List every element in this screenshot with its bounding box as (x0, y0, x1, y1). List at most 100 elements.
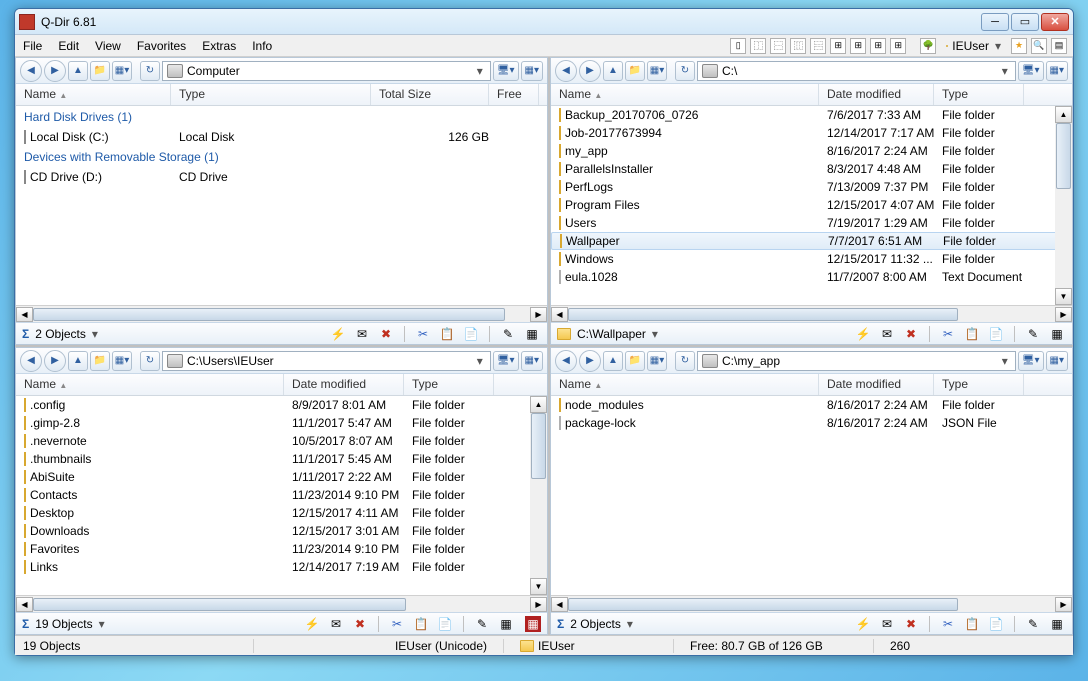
menu-extras[interactable]: Extras (194, 36, 244, 56)
list-item[interactable]: my_app8/16/2017 2:24 AMFile folder (551, 142, 1072, 160)
layout-4b-icon[interactable]: ⊞ (850, 38, 866, 54)
fwd-button[interactable]: ▶ (579, 350, 601, 372)
list-item[interactable]: Links12/14/2017 7:19 AMFile folder (16, 558, 547, 576)
horizontal-scrollbar[interactable]: ◀▶ (16, 305, 547, 322)
layout-2v-icon[interactable]: ⿱ (770, 38, 786, 54)
scroll-thumb[interactable] (33, 598, 406, 611)
copy-button[interactable]: ▦▾ (521, 351, 543, 371)
file-list[interactable]: Backup_20170706_07267/6/2017 7:33 AMFile… (551, 106, 1072, 305)
list-item[interactable]: Desktop12/15/2017 4:11 AMFile folder (16, 504, 547, 522)
scroll-left-icon[interactable]: ◀ (551, 597, 568, 612)
menu-info[interactable]: Info (244, 36, 280, 56)
vertical-scrollbar[interactable]: ▲▼ (530, 396, 547, 595)
refresh-button[interactable]: ↻ (675, 351, 695, 371)
list-item[interactable]: Backup_20170706_07267/6/2017 7:33 AMFile… (551, 106, 1072, 124)
mail-icon[interactable]: ✉ (353, 325, 371, 343)
refresh-button[interactable]: ↻ (140, 351, 160, 371)
list-item[interactable]: Program Files12/15/2017 4:07 AMFile fold… (551, 196, 1072, 214)
filter-icon[interactable]: ⚡ (854, 615, 872, 633)
summary-dropdown-icon[interactable]: ▾ (99, 617, 105, 631)
back-button[interactable]: ◀ (20, 350, 42, 372)
layout-4c-icon[interactable]: ⊞ (870, 38, 886, 54)
summary-dropdown-icon[interactable]: ▾ (652, 327, 658, 341)
cut-icon[interactable]: ✂ (939, 615, 957, 633)
menu-view[interactable]: View (87, 36, 129, 56)
copy-icon[interactable]: 📋 (963, 615, 981, 633)
copy-button[interactable]: ▦▾ (1046, 61, 1068, 81)
horizontal-scrollbar[interactable]: ◀▶ (551, 595, 1072, 612)
scroll-left-icon[interactable]: ◀ (16, 597, 33, 612)
scroll-left-icon[interactable]: ◀ (16, 307, 33, 322)
scroll-up-icon[interactable]: ▲ (530, 396, 547, 413)
address-bar[interactable]: C:\▾ (697, 61, 1016, 81)
column-date-modified[interactable]: Date modified (284, 374, 404, 395)
fwd-button[interactable]: ▶ (44, 60, 66, 82)
group-header[interactable]: Devices with Removable Storage (1) (16, 146, 547, 168)
list-item[interactable]: Favorites11/23/2014 9:10 PMFile folder (16, 540, 547, 558)
views-button[interactable]: ▦▾ (647, 351, 667, 371)
column-date-modified[interactable]: Date modified (819, 374, 934, 395)
cut-icon[interactable]: ✂ (939, 325, 957, 343)
delete-icon[interactable]: ✖ (902, 615, 920, 633)
list-item[interactable]: AbiSuite1/11/2017 2:22 AMFile folder (16, 468, 547, 486)
list-item[interactable]: CD Drive (D:)CD Drive (16, 168, 547, 186)
cut-icon[interactable]: ✂ (414, 325, 432, 343)
filter-icon[interactable]: ⚡ (854, 325, 872, 343)
monitor-button[interactable]: 🖥▾ (493, 351, 519, 371)
address-bar[interactable]: Computer▾ (162, 61, 491, 81)
user-button[interactable]: IEUser▾ (940, 39, 1007, 53)
scroll-thumb[interactable] (568, 308, 958, 321)
up-button[interactable]: ▲ (68, 61, 88, 81)
address-bar[interactable]: C:\my_app▾ (697, 351, 1016, 371)
copy-icon[interactable]: 📋 (412, 615, 430, 633)
props-icon[interactable]: ▦ (497, 615, 515, 633)
group-header[interactable]: Hard Disk Drives (1) (16, 106, 547, 128)
mail-icon[interactable]: ✉ (327, 615, 345, 633)
scroll-right-icon[interactable]: ▶ (530, 307, 547, 322)
monitor-button[interactable]: 🖥▾ (493, 61, 519, 81)
column-date-modified[interactable]: Date modified (819, 84, 934, 105)
views-button[interactable]: ▦▾ (112, 351, 132, 371)
tree-toggle-icon[interactable]: 🌳 (920, 38, 936, 54)
file-list[interactable]: .config8/9/2017 8:01 AMFile folder.gimp-… (16, 396, 547, 595)
address-dropdown-icon[interactable]: ▾ (999, 354, 1011, 368)
scroll-down-icon[interactable]: ▼ (530, 578, 547, 595)
list-item[interactable]: ParallelsInstaller8/3/2017 4:48 AMFile f… (551, 160, 1072, 178)
column-name[interactable]: Name ▲ (16, 374, 284, 395)
delete-icon[interactable]: ✖ (902, 325, 920, 343)
back-button[interactable]: ◀ (555, 350, 577, 372)
paste-icon[interactable]: 📄 (987, 325, 1005, 343)
column-name[interactable]: Name ▲ (16, 84, 171, 105)
address-bar[interactable]: C:\Users\IEUser▾ (162, 351, 491, 371)
horizontal-scrollbar[interactable]: ◀▶ (551, 305, 1072, 322)
copy-icon[interactable]: 📋 (963, 325, 981, 343)
copy-button[interactable]: ▦▾ (1046, 351, 1068, 371)
monitor-button[interactable]: 🖥▾ (1018, 351, 1044, 371)
folders-button[interactable]: 📁 (625, 351, 645, 371)
menu-favorites[interactable]: Favorites (129, 36, 194, 56)
copy-icon[interactable]: 📋 (438, 325, 456, 343)
list-item[interactable]: Contacts11/23/2014 9:10 PMFile folder (16, 486, 547, 504)
folders-button[interactable]: 📁 (90, 61, 110, 81)
layout-3b-icon[interactable]: ⿳ (810, 38, 826, 54)
scroll-thumb[interactable] (33, 308, 505, 321)
list-item[interactable]: node_modules8/16/2017 2:24 AMFile folder (551, 396, 1072, 414)
layout-3a-icon[interactable]: ⿲ (790, 38, 806, 54)
list-item[interactable]: Wallpaper7/7/2017 6:51 AMFile folder (551, 232, 1072, 250)
column-free[interactable]: Free (489, 84, 539, 105)
column-type[interactable]: Type (404, 374, 494, 395)
paste-icon[interactable]: 📄 (436, 615, 454, 633)
edit-icon[interactable]: ✎ (1024, 325, 1042, 343)
edit-icon[interactable]: ✎ (499, 325, 517, 343)
cut-icon[interactable]: ✂ (388, 615, 406, 633)
paste-icon[interactable]: 📄 (987, 615, 1005, 633)
up-button[interactable]: ▲ (68, 351, 88, 371)
props-icon[interactable]: ▦ (1048, 615, 1066, 633)
magnify-icon[interactable]: 🔍 (1031, 38, 1047, 54)
column-type[interactable]: Type (171, 84, 371, 105)
menu-file[interactable]: File (15, 36, 50, 56)
scroll-left-icon[interactable]: ◀ (551, 307, 568, 322)
scroll-right-icon[interactable]: ▶ (530, 597, 547, 612)
edit-icon[interactable]: ✎ (473, 615, 491, 633)
scroll-thumb[interactable] (1056, 123, 1071, 189)
